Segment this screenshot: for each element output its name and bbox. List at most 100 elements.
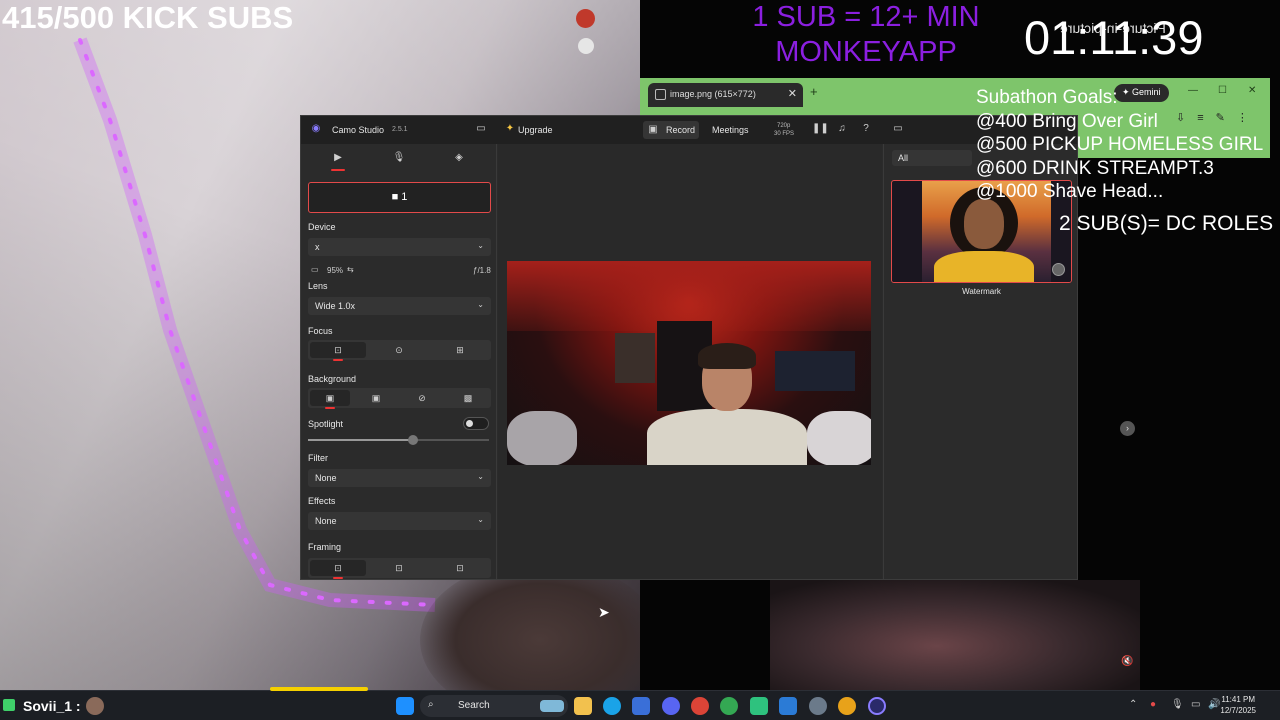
card-window-left [892, 181, 922, 282]
card-model-face [964, 199, 1004, 249]
focus-manual-icon[interactable]: ⊞ [432, 342, 488, 358]
chrome-profile-icon[interactable] [720, 697, 738, 715]
resolution-label: 720p [777, 123, 791, 129]
clock-date: 12/7/2025 [1220, 706, 1256, 715]
camera-preview [507, 261, 871, 465]
device-dropdown[interactable]: x ⌄ [308, 238, 491, 256]
windows-start-icon[interactable] [396, 697, 414, 715]
layers-tab-icon[interactable]: ◈ [449, 152, 469, 168]
effects-dropdown[interactable]: None ⌄ [308, 512, 491, 530]
avatar-icon [576, 9, 595, 28]
device-label: Device [308, 222, 336, 232]
preview-pillow-left [507, 411, 577, 465]
chrome-icon[interactable] [691, 697, 709, 715]
goal-item: @400 Bring Over Girl [976, 110, 1158, 132]
app-icon[interactable] [750, 697, 768, 715]
battery-level: 95% [327, 266, 344, 275]
slider-thumb[interactable] [407, 435, 418, 445]
background-none-icon[interactable]: ▣ [310, 390, 350, 409]
clock-time: 11:41 PM [1221, 695, 1256, 704]
mouse-cursor-icon: ➤ [598, 604, 610, 620]
camo-taskbar-icon[interactable] [868, 697, 886, 715]
chevron-up-icon[interactable]: ⌃ [1129, 699, 1137, 710]
close-icon[interactable]: ✕ [788, 87, 797, 100]
background-replace-icon[interactable]: ▩ [448, 390, 488, 406]
framing-center-icon[interactable]: ⊡ [310, 560, 366, 579]
goal-item: @1000 Shave Head... [976, 181, 1164, 202]
app-name: Camo Studio [332, 125, 385, 135]
focus-auto-icon[interactable]: ⊡ [310, 342, 366, 361]
subathon-goals: Subathon Goals: @400 Bring Over Girl @50… [976, 86, 1263, 204]
network-icon[interactable]: ▭ [1191, 699, 1200, 710]
notification-app-icon[interactable] [838, 697, 856, 715]
kick-subs-counter: 415/500 KICK SUBS [2, 0, 294, 35]
record-button[interactable]: ▣ Record [643, 121, 699, 139]
camo-logo-icon: ◉ [311, 123, 321, 134]
discord-icon[interactable] [662, 697, 680, 715]
streamer-username: Sovii_1 : [23, 698, 81, 714]
app-icon-2[interactable] [779, 697, 797, 715]
chevron-down-icon: ⌄ [477, 515, 484, 524]
system-clock[interactable]: 11:41 PM 12/7/2025 [1220, 694, 1256, 716]
spotlight-label: Spotlight [308, 419, 344, 429]
watermark-label: Watermark [962, 287, 1001, 296]
bell-icon[interactable]: ♫ [836, 123, 848, 135]
subathon-timer: 01:11:39 [1024, 11, 1204, 64]
store-icon[interactable] [632, 697, 650, 715]
panel-toggle-icon[interactable]: ▭ [892, 123, 904, 135]
goal-item: @600 DRINK STREAMPT.3 [976, 157, 1214, 179]
sidebar-toggle-icon[interactable]: ▭ [475, 123, 487, 135]
framing-auto-icon[interactable]: ⊡ [432, 560, 488, 576]
pip-icon [578, 38, 594, 54]
card-model-jacket [934, 251, 1034, 282]
background-segmented-control: ▣ ▣ ⊘ ▩ [308, 388, 491, 409]
kick-logo-icon [3, 699, 15, 711]
overlay-filter-dropdown[interactable]: All [892, 150, 972, 166]
aperture-value: ƒ/1.8 [473, 266, 491, 275]
tray-app-icon[interactable]: ● [1150, 699, 1156, 710]
chevron-right-icon[interactable]: › [1120, 421, 1135, 436]
settings-sidebar: ▶ 🎙 ◈ ■ 1 Device x ⌄ ▭ 95% ⇆ ƒ/1.8 Lens W… [301, 144, 497, 579]
volume-icon[interactable]: 🔊 [1208, 699, 1220, 710]
filter-dropdown[interactable]: None ⌄ [308, 469, 491, 487]
lens-dropdown[interactable]: Wide 1.0x ⌄ [308, 297, 491, 315]
spotlight-slider[interactable] [308, 435, 489, 445]
background-blur-icon[interactable]: ▣ [356, 390, 396, 406]
taskbar: Sovii_1 : ⌕ Search ⌃ ● 🎙 ▭ 🔊 11:41 PM 12… [0, 687, 1280, 720]
goals-title: Subathon Goals: [976, 87, 1118, 108]
preview-poster [615, 333, 655, 383]
framing-face-icon[interactable]: ⊡ [371, 560, 427, 576]
camera-slot-button[interactable]: ■ 1 [308, 182, 491, 213]
background-label: Background [308, 374, 357, 384]
lens-label: Lens [308, 281, 328, 291]
preview-pillow [807, 411, 871, 465]
mute-icon[interactable]: 🔇 [1121, 656, 1133, 667]
overlays-panel: All Watermark [883, 144, 1077, 579]
camo-studio-window: ◉ Camo Studio 2.5.1 ▭ ✦ Upgrade ▣ Record… [300, 115, 1078, 580]
upgrade-button[interactable]: Upgrade [518, 125, 553, 135]
focus-face-icon[interactable]: ⊙ [371, 342, 427, 358]
dc-roles-text: 2 SUB(S)= DC ROLES [1059, 212, 1274, 235]
background-off-icon[interactable]: ⊘ [402, 390, 442, 406]
framing-segmented-control: ⊡ ⊡ ⊡ [308, 558, 491, 579]
usb-icon: ⇆ [347, 265, 354, 274]
help-icon[interactable]: ? [860, 123, 872, 135]
record-icon: ▣ [648, 124, 658, 135]
meetings-button[interactable]: Meetings [712, 125, 749, 135]
sub-rate-line1: 1 SUB = 12+ MIN [752, 1, 980, 33]
file-explorer-icon[interactable] [574, 697, 592, 715]
toggle-knob [466, 420, 473, 427]
progress-bar [270, 687, 368, 691]
chevron-down-icon: ⌄ [477, 472, 484, 481]
pause-icon[interactable]: ❚❚ [812, 123, 829, 135]
settings-gear-icon[interactable] [809, 697, 827, 715]
tab-image-png[interactable]: image.png (615×772) ✕ [648, 83, 803, 107]
preview-shelf [775, 351, 855, 391]
sub-rate-line2: MONKEYAPP [775, 36, 957, 68]
new-tab-button[interactable]: + [810, 84, 818, 99]
mic-tab-icon[interactable]: 🎙 [389, 152, 409, 168]
mic-icon[interactable]: 🎙 [1171, 699, 1184, 710]
video-tab-icon[interactable]: ▶ [328, 152, 348, 171]
edge-icon[interactable] [603, 697, 621, 715]
spotlight-toggle[interactable] [463, 417, 489, 430]
